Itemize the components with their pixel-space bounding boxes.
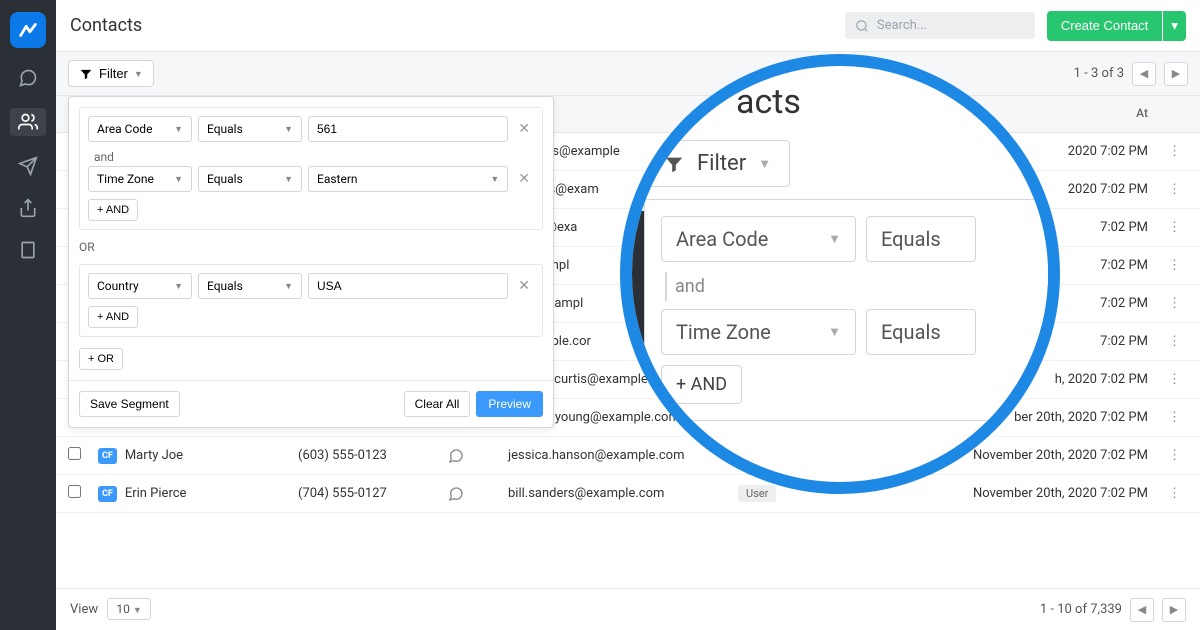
row-menu-button[interactable]: ⋮ (1168, 372, 1188, 387)
filter-op-select[interactable]: Equals▼ (198, 166, 302, 192)
row-menu-button[interactable]: ⋮ (1168, 410, 1188, 425)
add-and-button[interactable]: + AND (88, 199, 138, 221)
zoom-and-connector: and (665, 272, 1047, 301)
filter-icon (79, 67, 93, 81)
or-connector: OR (79, 240, 543, 254)
zoom-field-select: Time Zone▼ (661, 309, 856, 355)
filter-op-select[interactable]: Equals▼ (198, 273, 302, 299)
top-pagination: 1 - 3 of 3 ◀ ▶ (1074, 62, 1188, 86)
contact-email: bill.sanders@example.com (508, 486, 738, 501)
filter-value-select[interactable]: Eastern▼ (308, 166, 508, 192)
filter-button[interactable]: Filter ▼ (68, 60, 154, 87)
filter-group: Country▼ Equals▼ ✕ + AND (79, 264, 543, 337)
contact-email: jessica.hanson@example.com (508, 448, 738, 463)
send-icon[interactable] (16, 154, 40, 178)
save-segment-button[interactable]: Save Segment (79, 391, 180, 417)
view-select[interactable]: 10 ▼ (107, 598, 150, 620)
zoom-magnifier: acts Filter ▼ Area Code▼ Equals and Time… (620, 54, 1060, 494)
row-menu-button[interactable]: ⋮ (1168, 296, 1188, 311)
created-date: November 20th, 2020 7:02 PM (878, 486, 1168, 501)
topbar: Contacts Search... Create Contact ▾ (56, 0, 1200, 52)
zoom-filter-button: Filter ▼ (644, 140, 790, 187)
filter-op-select[interactable]: Equals▼ (198, 116, 302, 142)
chevron-down-icon: ▼ (134, 69, 143, 79)
view-label: View (70, 602, 98, 617)
cf-badge: CF (98, 448, 117, 464)
contact-phone: (603) 555-0123 (298, 448, 448, 463)
remove-filter-button[interactable]: ✕ (514, 278, 534, 294)
filter-panel: Area Code▼ Equals▼ ✕ and Time Zone▼ Equa… (68, 96, 554, 428)
row-checkbox[interactable] (68, 447, 81, 460)
cf-badge: CF (98, 486, 117, 502)
table-row: CFErin Pierce(704) 555-0127 bill.sanders@… (56, 475, 1200, 513)
chat-icon[interactable] (16, 66, 40, 90)
row-menu-button[interactable]: ⋮ (1168, 334, 1188, 349)
sms-icon[interactable] (448, 448, 508, 464)
bottom-pagination: 1 - 10 of 7,339 ◀ ▶ (1040, 598, 1186, 622)
filter-footer: Save Segment Clear All Preview (69, 380, 553, 427)
remove-filter-button[interactable]: ✕ (514, 171, 534, 187)
search-input[interactable]: Search... (845, 12, 1035, 39)
page-title: Contacts (70, 15, 833, 36)
preview-button[interactable]: Preview (476, 391, 543, 417)
filter-field-select[interactable]: Area Code▼ (88, 116, 192, 142)
filter-row: Country▼ Equals▼ ✕ (88, 273, 534, 299)
add-or-button[interactable]: + OR (79, 348, 123, 370)
building-icon[interactable] (16, 238, 40, 262)
prev-page-button[interactable]: ◀ (1132, 62, 1156, 86)
sidebar (0, 0, 56, 630)
filter-value-input[interactable] (308, 116, 508, 142)
next-page-button[interactable]: ▶ (1162, 598, 1186, 622)
filter-icon (663, 153, 685, 175)
bottom-bar: View 10 ▼ 1 - 10 of 7,339 ◀ ▶ (56, 588, 1200, 630)
row-checkbox[interactable] (68, 485, 81, 498)
contact-phone: (704) 555-0127 (298, 486, 448, 501)
contact-name[interactable]: CFMarty Joe (98, 448, 298, 464)
search-icon (855, 19, 869, 33)
filter-value-input[interactable] (308, 273, 508, 299)
clear-all-button[interactable]: Clear All (404, 391, 471, 417)
row-menu-button[interactable]: ⋮ (1168, 220, 1188, 235)
filter-row: Time Zone▼ Equals▼ Eastern▼ ✕ (88, 166, 534, 192)
zoom-field-select: Area Code▼ (661, 216, 856, 262)
row-menu-button[interactable]: ⋮ (1168, 448, 1188, 463)
zoom-page-title: acts (736, 82, 1060, 122)
zoom-op-select: Equals (866, 309, 976, 355)
filter-group: Area Code▼ Equals▼ ✕ and Time Zone▼ Equa… (79, 107, 543, 230)
zoom-add-and-button: + AND (661, 365, 742, 404)
create-dropdown-button[interactable]: ▾ (1163, 11, 1186, 41)
sms-icon[interactable] (448, 486, 508, 502)
and-connector: and (88, 148, 534, 166)
contact-name[interactable]: CFErin Pierce (98, 486, 298, 502)
create-contact-button[interactable]: Create Contact (1047, 11, 1162, 41)
app-logo[interactable] (10, 12, 46, 48)
filter-field-select[interactable]: Time Zone▼ (88, 166, 192, 192)
share-icon[interactable] (16, 196, 40, 220)
filter-field-select[interactable]: Country▼ (88, 273, 192, 299)
filter-row: Area Code▼ Equals▼ ✕ (88, 116, 534, 142)
remove-filter-button[interactable]: ✕ (514, 121, 534, 137)
tag-badge: User (738, 485, 776, 502)
table-row: CFMarty Joe(603) 555-0123 jessica.hanson@… (56, 437, 1200, 475)
row-menu-button[interactable]: ⋮ (1168, 258, 1188, 273)
row-menu-button[interactable]: ⋮ (1168, 182, 1188, 197)
zoom-filter-panel: Area Code▼ Equals and Time Zone▼ Equals … (644, 199, 1060, 421)
prev-page-button[interactable]: ◀ (1130, 598, 1154, 622)
contacts-icon[interactable] (10, 108, 46, 136)
next-page-button[interactable]: ▶ (1164, 62, 1188, 86)
row-menu-button[interactable]: ⋮ (1168, 486, 1188, 501)
add-and-button[interactable]: + AND (88, 306, 138, 328)
row-menu-button[interactable]: ⋮ (1168, 144, 1188, 159)
zoom-op-select: Equals (866, 216, 976, 262)
